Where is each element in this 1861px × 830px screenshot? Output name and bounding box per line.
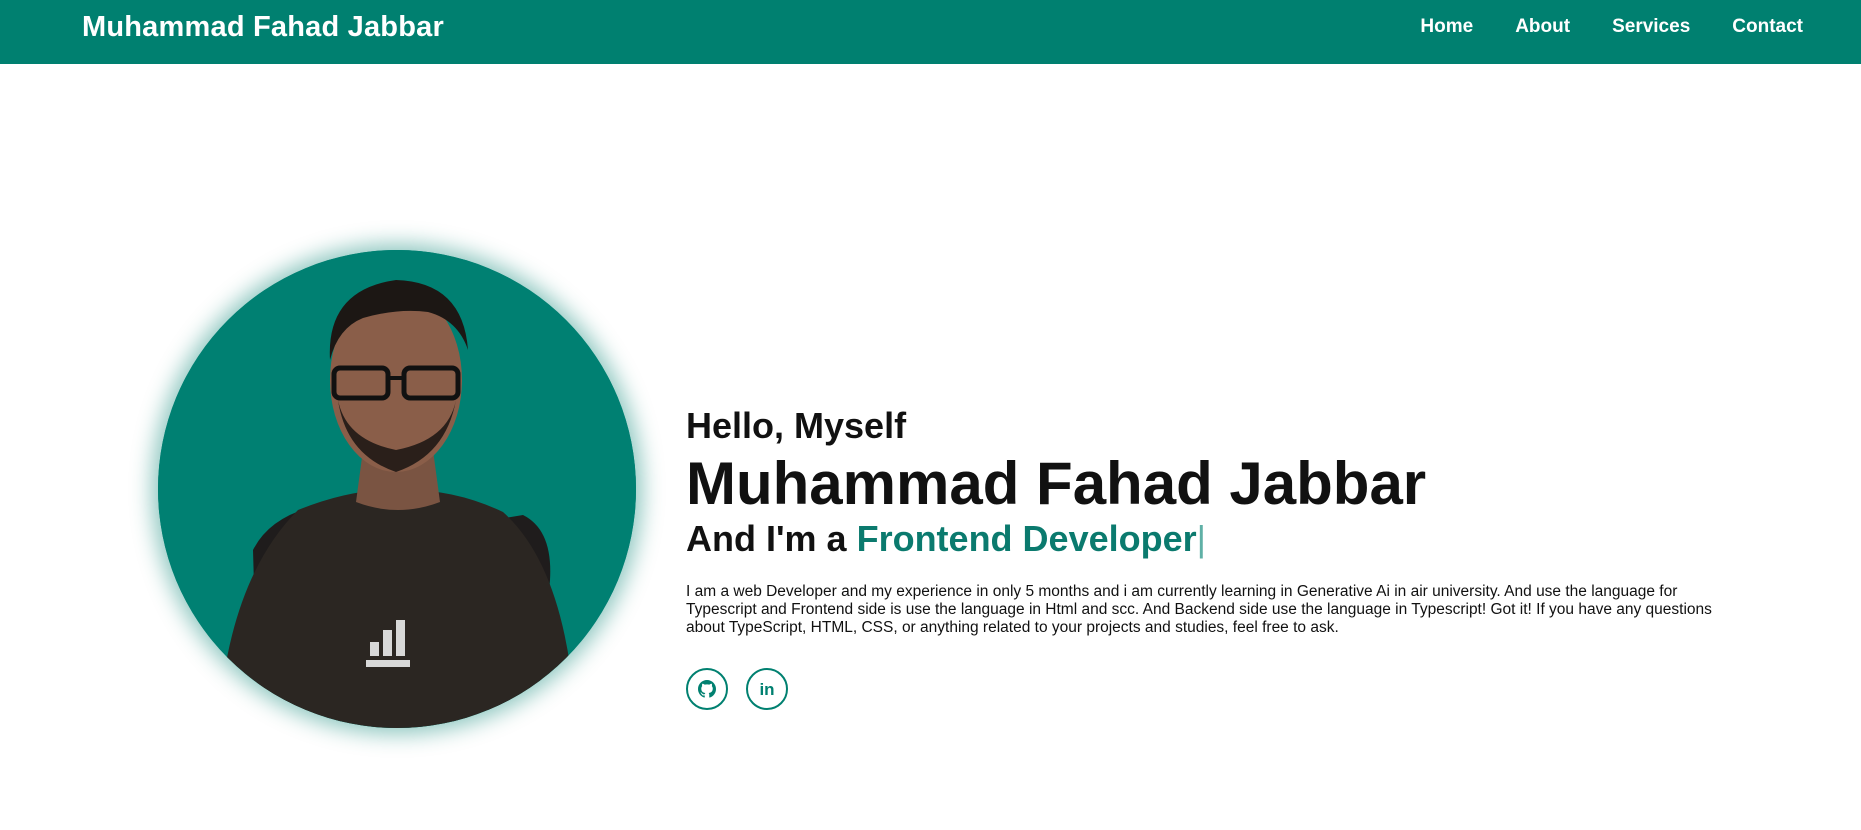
profile-avatar: [158, 250, 636, 728]
social-links: in: [686, 668, 1746, 711]
greeting-text: Hello, Myself: [686, 405, 907, 446]
profile-photo: [158, 250, 636, 728]
bio-paragraph: I am a web Developer and my experience i…: [686, 583, 1712, 637]
github-link[interactable]: [686, 668, 728, 711]
hero-name: Muhammad Fahad Jabbar: [686, 449, 1427, 517]
site-brand[interactable]: Muhammad Fahad Jabbar: [82, 11, 444, 44]
role-line: And I'm a Frontend Developer|: [686, 517, 1746, 559]
typing-cursor: |: [1196, 517, 1206, 559]
linkedin-icon: in: [759, 679, 775, 699]
main-nav: Home About Services Contact: [1420, 16, 1803, 38]
linkedin-link[interactable]: in: [746, 668, 788, 711]
nav-home[interactable]: Home: [1420, 16, 1473, 38]
hero-section: Hello, Myself Muhammad Fahad Jabbar And …: [0, 64, 1861, 830]
role-prefix: And I'm a: [686, 517, 857, 559]
nav-about[interactable]: About: [1515, 16, 1570, 38]
intro-block: Hello, Myself Muhammad Fahad Jabbar And …: [686, 342, 1746, 711]
github-icon: [698, 680, 716, 698]
nav-contact[interactable]: Contact: [1732, 16, 1803, 38]
nav-services[interactable]: Services: [1612, 16, 1690, 38]
role-highlight: Frontend Developer: [856, 517, 1197, 559]
site-header: Muhammad Fahad Jabbar Home About Service…: [0, 0, 1861, 64]
